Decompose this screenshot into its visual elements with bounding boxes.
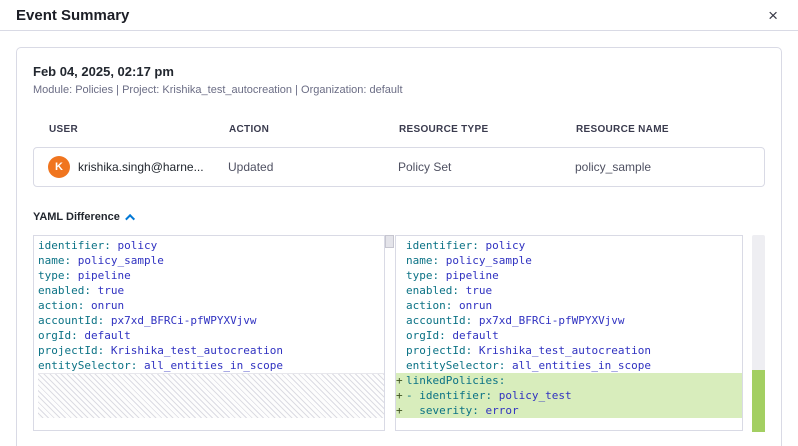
action-cell: Updated [228,160,398,174]
event-meta: Module: Policies | Project: Krishika_tes… [33,84,765,96]
diff-line: type: pipeline [38,268,384,283]
diff-added-marker [396,283,406,298]
close-icon[interactable]: × [764,5,782,26]
diff-added-marker [396,253,406,268]
user-email: krishika.singh@harne... [78,160,204,174]
chevron-up-icon[interactable] [125,213,135,223]
panel-header: Event Summary × [0,0,798,31]
diff-line: type: pipeline [396,268,742,283]
diff-pane-original[interactable]: identifier: policyname: policy_sampletyp… [33,235,385,431]
diff-line: orgId: default [38,328,384,343]
page-title: Event Summary [16,7,129,24]
diff-line: +- identifier: policy_test [396,388,742,403]
yaml-difference-toggle[interactable]: YAML Difference [33,211,765,223]
diff-added-marker [396,358,406,373]
table-row: K krishika.singh@harne... Updated Policy… [33,147,765,187]
diff-added-marker: + [396,388,406,403]
diff-scrollbar-change-marker [752,370,765,432]
resource-name-cell: policy_sample [575,160,764,174]
diff-line: name: policy_sample [396,253,742,268]
diff-line: action: onrun [396,298,742,313]
diff-line: projectId: Krishika_test_autocreation [396,343,742,358]
resource-type-cell: Policy Set [398,160,575,174]
avatar: K [48,156,70,178]
diff-added-marker [396,313,406,328]
diff-line: orgId: default [396,328,742,343]
page: { "colors": { "accent_blue": "#0278d5", … [0,0,798,446]
diff-added-marker: + [396,373,406,388]
diff-scrollbar[interactable] [752,235,765,431]
yaml-diff-view: identifier: policyname: policy_sampletyp… [33,235,765,431]
diff-line: accountId: px7xd_BFRCi-pfWPYXVjvw [396,313,742,328]
yaml-difference-label: YAML Difference [33,211,120,223]
col-header-resource-name: RESOURCE NAME [576,124,765,135]
diff-added-marker [396,328,406,343]
col-header-resource-type: RESOURCE TYPE [399,124,576,135]
col-header-action: ACTION [229,124,399,135]
event-card: Feb 04, 2025, 02:17 pm Module: Policies … [16,47,782,446]
diff-line: name: policy_sample [38,253,384,268]
diff-added-marker [396,268,406,283]
diff-line: accountId: px7xd_BFRCi-pfWPYXVjvw [38,313,384,328]
diff-line: entitySelector: all_entities_in_scope [396,358,742,373]
diff-line: entitySelector: all_entities_in_scope [38,358,384,373]
diff-added-marker [396,298,406,313]
diff-added-marker [396,238,406,253]
user-cell: K krishika.singh@harne... [48,156,228,178]
table-header-row: USER ACTION RESOURCE TYPE RESOURCE NAME [33,124,765,135]
diff-added-marker: + [396,403,406,418]
diff-line: identifier: policy [38,238,384,253]
diff-line: enabled: true [396,283,742,298]
diff-center-gutter [385,235,395,431]
diff-added-marker [396,343,406,358]
diff-line: +linkedPolicies: [396,373,742,388]
diff-line: + severity: error [396,403,742,418]
diff-line: enabled: true [38,283,384,298]
diff-gutter-widget [385,235,394,248]
diff-collapsed-gap [38,373,384,418]
event-timestamp: Feb 04, 2025, 02:17 pm [33,64,765,79]
diff-line: projectId: Krishika_test_autocreation [38,343,384,358]
diff-pane-modified[interactable]: identifier: policy name: policy_sample t… [395,235,743,431]
diff-line: identifier: policy [396,238,742,253]
col-header-user: USER [49,124,229,135]
diff-line: action: onrun [38,298,384,313]
